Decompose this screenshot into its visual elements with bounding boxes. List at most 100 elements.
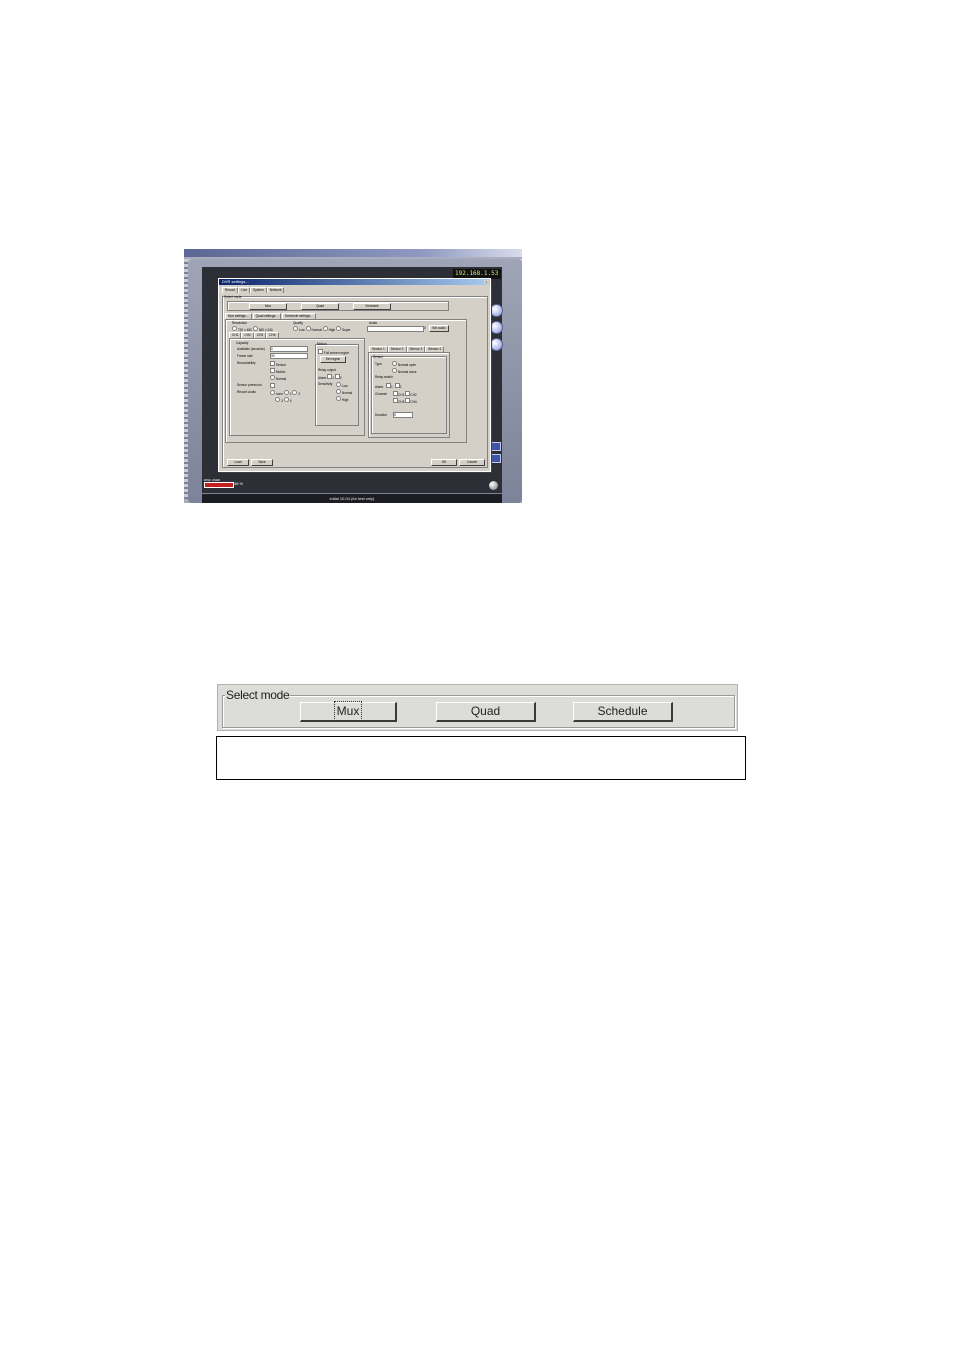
dvr-settings-dialog: DVR settings... x Record Live System Net…	[218, 278, 491, 472]
alarm-row: Alarm 1 2	[318, 374, 342, 380]
alarm2-label: Alarm	[375, 385, 384, 389]
radio-ra3[interactable]	[275, 397, 281, 402]
duration-label: Duration	[375, 413, 388, 417]
side-button-3[interactable]	[490, 338, 503, 351]
type-options: Normal open Normal close	[392, 361, 417, 375]
status-bar: initial 10.04 (for test only)	[202, 494, 502, 503]
radio-none[interactable]	[270, 390, 275, 395]
relay-switch-label: Relay switch	[375, 375, 393, 379]
set-region-button[interactable]: Set region	[320, 356, 346, 363]
radio-normal-rec[interactable]	[270, 375, 275, 380]
radio-normal[interactable]	[305, 326, 311, 331]
quad-mode-label: Quad	[470, 704, 501, 718]
full-screen-check[interactable]	[318, 349, 323, 354]
dvr-screenshot: 192.168.1.53 DISK USED 46 % initial 10.0…	[184, 249, 522, 503]
alarm1: 1	[332, 376, 334, 380]
radio-ra4[interactable]	[283, 397, 289, 402]
sensitivity-label: Sensitivity	[318, 382, 333, 386]
tab-network[interactable]: Network	[266, 287, 285, 293]
rec-sensor: Sensor	[275, 363, 286, 367]
tab-record[interactable]: Record	[222, 287, 239, 293]
ctrl-button-2[interactable]	[490, 454, 501, 463]
save-button[interactable]: Save	[251, 459, 273, 466]
mux-mode-label: Mux	[333, 701, 363, 721]
schedule-mode-label: Schedule	[597, 704, 648, 718]
meter-value: 46 %	[234, 481, 244, 486]
audio-value: 0	[424, 326, 426, 330]
type-open: Normal open	[397, 363, 417, 367]
rec-motion: Motion	[275, 370, 286, 374]
side-button-1[interactable]	[490, 304, 503, 317]
recordability-label: Recordability	[237, 361, 256, 365]
frame-rate-select[interactable]: 30	[270, 353, 308, 359]
q-super: Super	[341, 328, 351, 332]
dialog-title: DVR settings...	[219, 279, 490, 285]
set-audio-button[interactable]: Set audio	[429, 325, 449, 332]
radio-360[interactable]	[252, 326, 258, 331]
motion-label: Motion	[317, 342, 327, 346]
record-audio-options: none 1 2 3 4	[270, 390, 300, 404]
radio-sens-low[interactable]	[336, 382, 341, 387]
quad-button[interactable]: Quad	[301, 303, 339, 310]
q-low: Low	[298, 328, 305, 332]
disk-meter	[204, 482, 234, 488]
type-close: Normal close	[397, 370, 417, 374]
check-motion[interactable]	[270, 368, 275, 373]
recordability-options: Sensor Motion Normal	[270, 361, 286, 382]
radio-low[interactable]	[293, 326, 298, 331]
top-banner	[184, 249, 522, 257]
s-alarm1: 1	[391, 385, 393, 389]
sensor-prerecord-label: Sensor prerecord	[237, 383, 262, 387]
radio-720[interactable]	[232, 326, 237, 331]
duration-select[interactable]: 5	[393, 412, 413, 418]
ch4: CH4	[410, 400, 417, 404]
select-mode-label: Select mode	[224, 295, 242, 299]
ra-2: 2	[298, 392, 301, 396]
available-label: Available (seconds)	[237, 347, 265, 351]
radio-sens-normal[interactable]	[336, 389, 341, 394]
radio-high[interactable]	[322, 326, 328, 331]
ctrl-button-1[interactable]	[490, 442, 501, 451]
q-high: High	[328, 328, 336, 332]
ok-button[interactable]: OK	[431, 459, 457, 466]
type-label: Type	[375, 362, 382, 366]
caption-box	[216, 736, 746, 780]
sensor-prerecord-check[interactable]	[270, 383, 275, 388]
load-button[interactable]: Load	[227, 459, 249, 466]
mux-button[interactable]: Mux	[249, 303, 287, 310]
quad-mode-button[interactable]: Quad	[436, 702, 536, 722]
radio-sens-high[interactable]	[336, 396, 341, 401]
full-screen-option: Full screen region	[318, 349, 349, 355]
available-field: 0	[270, 346, 308, 352]
q-normal: Normal	[311, 328, 322, 332]
power-knob-icon[interactable]	[489, 481, 498, 490]
radio-ra2[interactable]	[292, 390, 298, 395]
schedule-button[interactable]: Schedule	[353, 303, 391, 310]
alarm-label: Alarm	[318, 376, 327, 380]
quality-label: Quality	[293, 321, 303, 325]
cancel-button[interactable]: Cancel	[459, 459, 485, 466]
radio-ra1[interactable]	[283, 390, 289, 395]
radio-normal-close[interactable]	[392, 368, 397, 373]
select-mode-panel: Select mode Mux Quad Schedule	[217, 684, 738, 731]
close-icon[interactable]: x	[484, 280, 489, 284]
channel-label: Channel	[375, 392, 387, 396]
side-button-2[interactable]	[490, 321, 503, 334]
channel-options: CH1 CH2 CH3 CH4	[393, 391, 417, 405]
mux-mode-button[interactable]: Mux	[300, 701, 397, 722]
rec-normal: Normal	[275, 377, 287, 381]
audio-slider[interactable]	[367, 326, 424, 332]
sens-high: High	[341, 398, 349, 402]
schedule-mode-button[interactable]: Schedule	[573, 702, 673, 722]
quality-options: Low Normal High Super	[293, 326, 350, 332]
alarm2: 2	[339, 376, 342, 380]
radio-normal-open[interactable]	[392, 361, 397, 366]
tab-live[interactable]: Live	[238, 287, 251, 293]
capacity-label: Capacity	[236, 341, 249, 345]
radio-super[interactable]	[336, 326, 342, 331]
ra-3: 3	[281, 399, 283, 403]
tab-system[interactable]: System	[250, 287, 267, 293]
sens-low: Low	[341, 384, 348, 388]
ch2: CH2	[410, 393, 417, 397]
check-sensor[interactable]	[270, 361, 275, 366]
